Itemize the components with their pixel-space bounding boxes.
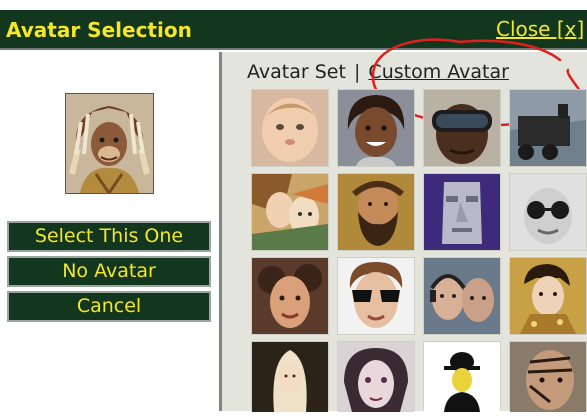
avatar-goth-face[interactable] <box>337 341 415 412</box>
select-this-one-button[interactable]: Select This One <box>7 221 211 252</box>
avatar-klimt-portrait[interactable] <box>509 257 587 335</box>
avatar-tattooed-head[interactable] <box>509 341 587 412</box>
cancel-button[interactable]: Cancel <box>7 291 211 322</box>
dialog-title: Avatar Selection <box>6 18 192 42</box>
avatar-smiling-woman[interactable] <box>337 89 415 167</box>
dialog-titlebar: Avatar Selection Close [x] <box>0 10 587 50</box>
top-strip <box>0 0 587 10</box>
selected-avatar-preview <box>65 93 154 196</box>
avatar-bowler-hat-man[interactable] <box>423 341 501 412</box>
avatar-two-women-headphones[interactable] <box>423 257 501 335</box>
tab-custom-avatar[interactable]: Custom Avatar <box>368 61 509 83</box>
avatar-goggles[interactable] <box>423 89 501 167</box>
avatar-locomotive[interactable] <box>509 89 587 167</box>
avatar-cubist-faces[interactable] <box>251 173 329 251</box>
avatar-sunglasses-bw[interactable] <box>509 173 587 251</box>
avatar-renaissance-lady[interactable] <box>251 341 329 412</box>
avatar-baby-face[interactable] <box>251 89 329 167</box>
avatar-curly-hair-woman[interactable] <box>251 257 329 335</box>
close-button[interactable]: Close [x] <box>496 17 584 41</box>
tab-separator: | <box>353 61 361 83</box>
avatar-moai-statue[interactable] <box>423 173 501 251</box>
avatar-aviator-sunglasses[interactable] <box>337 257 415 335</box>
no-avatar-button[interactable]: No Avatar <box>7 256 211 287</box>
avatar-tab-nav: Avatar Set | Custom Avatar <box>247 61 509 83</box>
avatar-bearded-man[interactable] <box>337 173 415 251</box>
tab-avatar-set[interactable]: Avatar Set <box>247 61 346 83</box>
